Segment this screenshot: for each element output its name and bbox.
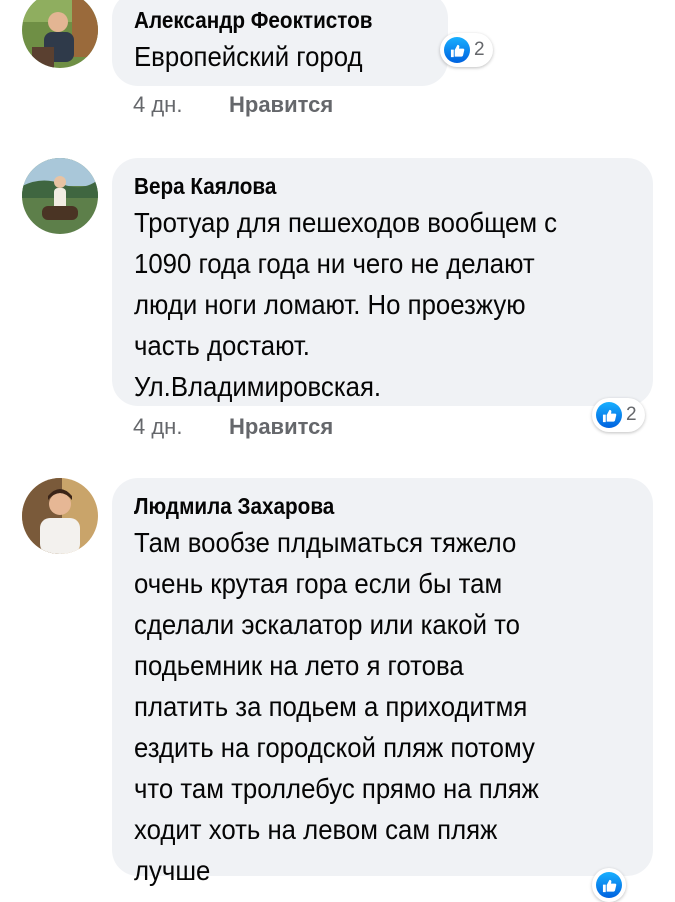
like-icon <box>444 37 470 63</box>
reaction-badge[interactable]: 2 <box>592 398 645 432</box>
reaction-badge[interactable]: 2 <box>440 33 493 67</box>
comment-line: платить за подьем а приходитмя <box>134 691 528 722</box>
comment-text: Тротуар для пешеходов вообщем с 1090 год… <box>134 202 631 407</box>
comment-line: сделали эскалатор или какой то <box>134 609 521 640</box>
like-button[interactable]: Нравится <box>229 414 333 439</box>
like-icon <box>596 872 622 898</box>
comment-bubble: Вера Каялова Тротуар для пешеходов вообщ… <box>112 158 653 406</box>
comment-line: подьемник на лето я готова <box>134 650 464 681</box>
avatar[interactable] <box>22 0 98 68</box>
comment-line: 1090 года года ни чего не делают <box>134 248 535 279</box>
comment-author[interactable]: Александр Феоктистов <box>134 6 397 34</box>
avatar[interactable] <box>22 478 98 554</box>
comment-meta: 4 дн. Нравится <box>133 414 333 440</box>
comment-line: ходит хоть на левом сам пляж <box>134 814 498 845</box>
comment-line: Тротуар для пешеходов вообщем с <box>134 207 558 238</box>
comment-line: что там троллебус прямо на пляж <box>134 773 539 804</box>
comment-author[interactable]: Вера Каялова <box>134 172 581 200</box>
comment-line: очень крутая гора если бы там <box>134 568 503 599</box>
comment-line: часть достают. <box>134 330 310 361</box>
comment-line: ездить на городской пляж потому <box>134 732 535 763</box>
comment-meta: 4 дн. Нравится <box>133 92 333 118</box>
comment-bubble: Александр Феоктистов Европейский город <box>112 0 448 86</box>
comment-line: лучше <box>134 855 211 886</box>
reaction-count: 2 <box>626 404 637 425</box>
comment-line: Ул.Владимировская. <box>134 371 382 402</box>
comment-text: Европейский город <box>134 36 426 77</box>
like-button[interactable]: Нравится <box>229 92 333 117</box>
comment-author[interactable]: Людмила Захарова <box>134 492 581 520</box>
comment-line: Там вообзе плдыматься тяжело <box>134 527 517 558</box>
comment-line: Европейский город <box>134 41 363 72</box>
comment-bubble: Людмила Захарова Там вообзе плдыматься т… <box>112 478 653 886</box>
comment-timestamp[interactable]: 4 дн. <box>133 414 229 440</box>
comment-timestamp[interactable]: 4 дн. <box>133 92 229 118</box>
avatar[interactable] <box>22 158 98 234</box>
like-icon <box>596 402 622 428</box>
reaction-count: 2 <box>474 39 485 60</box>
reaction-badge[interactable] <box>592 868 626 902</box>
comment-text: Там вообзе плдыматься тяжело очень крута… <box>134 522 631 891</box>
comment-line: люди ноги ломают. Но проезжую <box>134 289 526 320</box>
